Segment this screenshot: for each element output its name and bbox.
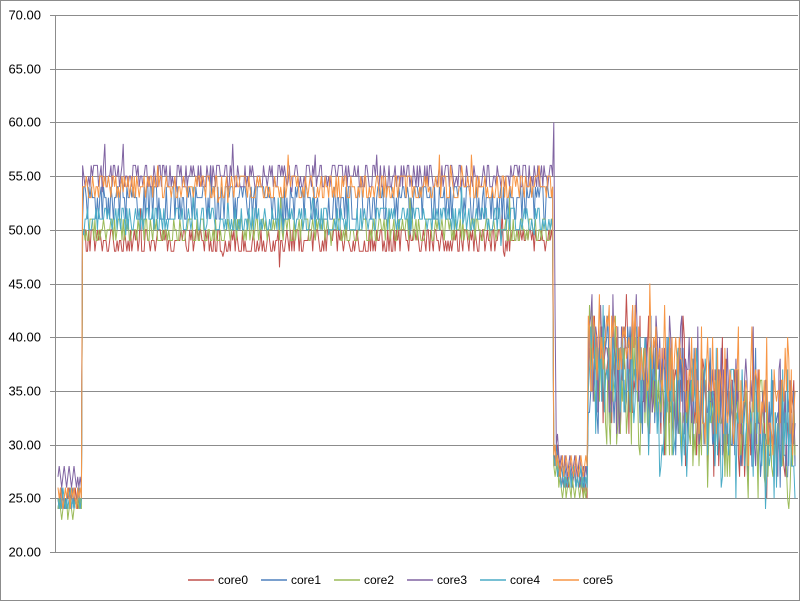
y-tick-label: 50.00 (8, 223, 41, 238)
legend-label-core4: core4 (510, 573, 540, 587)
legend-label-core0: core0 (218, 573, 248, 587)
series-line-core0 (57, 208, 796, 510)
y-tick-label: 70.00 (8, 8, 41, 23)
y-tick-label: 65.00 (8, 62, 41, 77)
y-tick-label: 55.00 (8, 169, 41, 184)
y-tick-label: 45.00 (8, 277, 41, 292)
y-axis-tick-labels: 20.00 25.00 30.00 35.00 40.00 45.00 50.00 55.00… (8, 8, 41, 560)
legend: core0 core1 core2 core3 core4 core5 (188, 573, 613, 587)
gridlines (50, 15, 798, 553)
y-tick-label: 40.00 (8, 330, 41, 345)
legend-label-core1: core1 (291, 573, 321, 587)
y-tick-label: 20.00 (8, 545, 41, 560)
line-chart: 20.00 25.00 30.00 35.00 40.00 45.00 50.00 55.00… (8, 8, 798, 587)
y-tick-label: 60.00 (8, 115, 41, 130)
series-lines (57, 122, 796, 520)
y-tick-label: 25.00 (8, 491, 41, 506)
legend-label-core3: core3 (437, 573, 467, 587)
y-tick-label: 35.00 (8, 384, 41, 399)
y-tick-label: 30.00 (8, 438, 41, 453)
legend-label-core5: core5 (583, 573, 613, 587)
legend-label-core2: core2 (364, 573, 394, 587)
